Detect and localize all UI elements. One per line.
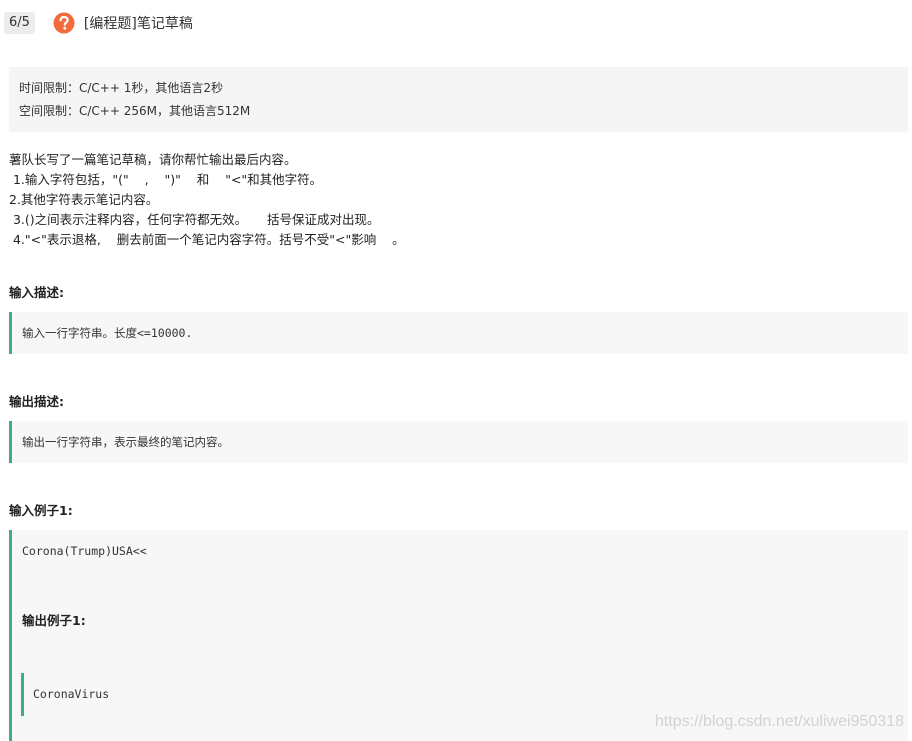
example-input-text: Corona(Trump)USA<< bbox=[22, 544, 147, 558]
example-block: Corona(Trump)USA<< 输出例子1: CoronaVirus bbox=[9, 530, 908, 741]
time-limit: 时间限制：C/C++ 1秒，其他语言2秒 bbox=[19, 81, 223, 95]
description-line: 4."<"表示退格, 删去前面一个笔记内容字符。括号不受"<"影响 。 bbox=[9, 232, 405, 247]
question-title: [编程题]笔记草稿 bbox=[83, 16, 193, 32]
question-counter: 6/5 bbox=[4, 12, 35, 34]
input-desc-title: 输入描述: bbox=[9, 285, 64, 300]
output-desc-block: 输出一行字符串，表示最终的笔记内容。 bbox=[9, 421, 908, 463]
problem-description: 薯队长写了一篇笔记草稿，请你帮忙输出最后内容。 1.输入字符包括，"(" , "… bbox=[9, 150, 908, 250]
limits-panel: 时间限制：C/C++ 1秒，其他语言2秒 空间限制：C/C++ 256M，其他语… bbox=[9, 67, 908, 132]
description-line: 3.()之间表示注释内容，任何字符都无效。 括号保证成对出现。 bbox=[9, 212, 380, 227]
input-desc-text: 输入一行字符串。长度<=10000. bbox=[22, 326, 193, 340]
output-desc-title: 输出描述: bbox=[9, 394, 64, 409]
output-desc-text: 输出一行字符串，表示最终的笔记内容。 bbox=[22, 435, 229, 449]
question-header: 6/5 [编程题]笔记草稿 bbox=[4, 11, 193, 35]
example-output-text: CoronaVirus bbox=[33, 687, 110, 701]
question-circle-icon[interactable] bbox=[53, 12, 75, 34]
watermark: https://blog.csdn.net/xuliwei950318 bbox=[654, 713, 904, 730]
description-line: 1.输入字符包括，"(" , ")" 和 "<"和其他字符。 bbox=[9, 172, 323, 187]
example-output-title: 输出例子1: bbox=[22, 613, 86, 628]
example-output-block: CoronaVirus bbox=[21, 673, 221, 716]
example-input-title: 输入例子1: bbox=[9, 503, 73, 518]
input-desc-block: 输入一行字符串。长度<=10000. bbox=[9, 312, 908, 354]
description-line: 2.其他字符表示笔记内容。 bbox=[9, 192, 159, 207]
space-limit: 空间限制：C/C++ 256M，其他语言512M bbox=[19, 104, 251, 118]
description-line: 薯队长写了一篇笔记草稿，请你帮忙输出最后内容。 bbox=[9, 152, 297, 167]
